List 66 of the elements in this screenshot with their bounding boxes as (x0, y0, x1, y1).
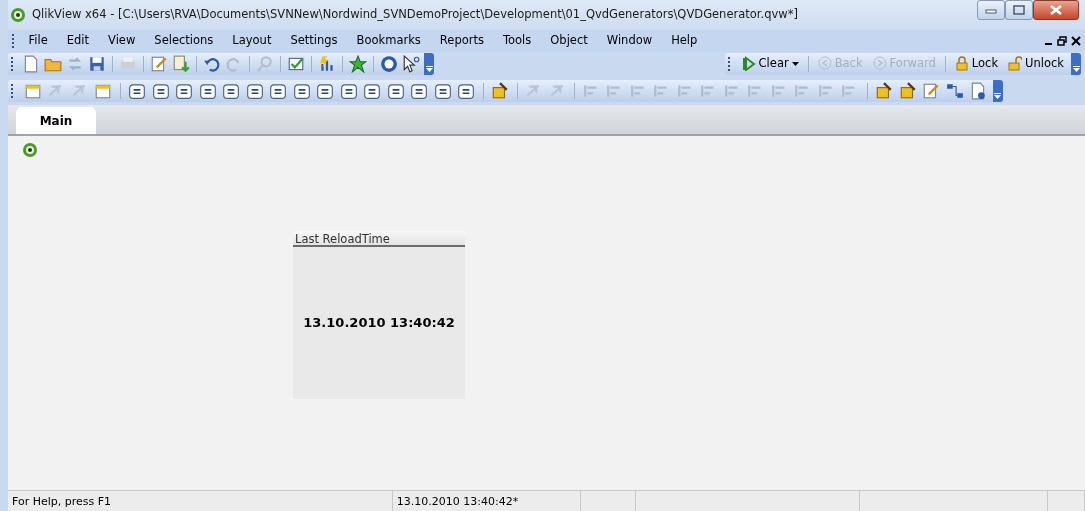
padlock-icon (954, 56, 969, 71)
menu-item[interactable]: Tools (493, 32, 541, 50)
close-icon (1050, 5, 1062, 15)
status-text: 13.10.2010 13:40:42* (392, 491, 582, 511)
maximize-button[interactable] (1005, 0, 1033, 20)
close-button[interactable] (1033, 0, 1079, 20)
rounded-square-icon[interactable] (433, 81, 452, 100)
close-icon[interactable] (1071, 36, 1081, 46)
bar-chart-icon[interactable] (318, 54, 336, 73)
rounded-square-icon[interactable] (292, 81, 311, 100)
object-caption[interactable]: Last ReloadTime (293, 231, 465, 247)
menu-item[interactable]: Bookmarks (347, 32, 431, 50)
rounded-square-icon[interactable] (339, 81, 358, 100)
rounded-square-icon[interactable] (386, 81, 405, 100)
toolbar-options-button[interactable] (424, 52, 434, 75)
menu-item[interactable]: Settings (280, 32, 348, 50)
menu-item[interactable]: View (98, 32, 145, 50)
chevron-down-icon (994, 92, 1001, 99)
rounded-square-icon[interactable] (128, 81, 146, 100)
clear-icon (741, 56, 756, 71)
menu-item[interactable]: Object (540, 32, 598, 50)
pointer-help-icon[interactable] (402, 54, 420, 73)
menu-item[interactable]: Selections (144, 32, 223, 50)
rounded-square-icon[interactable] (198, 81, 217, 100)
back-icon (817, 56, 832, 71)
sheet-tab[interactable]: Main (16, 107, 96, 134)
menu-item[interactable]: Edit (57, 32, 99, 50)
forward-icon (872, 56, 887, 71)
document-icon[interactable] (22, 54, 40, 73)
menu-item[interactable]: Reports (430, 32, 494, 50)
menu-item[interactable]: Help (661, 32, 707, 50)
menu-item[interactable]: Layout (222, 32, 281, 50)
menu-item[interactable]: Window (597, 32, 662, 50)
menu-item[interactable]: File (19, 32, 58, 50)
rounded-square-icon[interactable] (245, 81, 264, 100)
app-logo-icon (10, 7, 26, 23)
minimize-icon (985, 6, 997, 14)
rounded-square-icon[interactable] (151, 81, 170, 100)
flow-icon[interactable] (945, 81, 964, 100)
restore-icon[interactable] (1057, 36, 1067, 46)
star-icon[interactable] (349, 54, 367, 73)
chevron-down-icon (1072, 65, 1080, 72)
reload-time-value: 13.10.2010 13:40:42 (303, 314, 455, 333)
open-padlock-icon (1008, 56, 1023, 71)
restore-icon (1013, 5, 1025, 15)
edit-document-icon[interactable] (922, 81, 940, 100)
rounded-square-icon[interactable] (316, 81, 334, 100)
rounded-square-icon[interactable] (269, 81, 287, 100)
rounded-square-icon[interactable] (457, 81, 475, 100)
page-icon[interactable] (969, 81, 987, 100)
document-arrow-icon[interactable] (172, 54, 190, 73)
unlock-button[interactable]: Unlock (1005, 54, 1067, 73)
rounded-square-icon[interactable] (175, 81, 193, 100)
edit-document-icon[interactable] (150, 54, 168, 73)
window-title: QlikView x64 - [C:\Users\RVA\Documents\SVNNew\Nordwind_SVNDemoProject\Development\01_QvdGenerators\QVDGenerator.qvw*] (32, 6, 799, 24)
app-logo-icon[interactable] (22, 142, 38, 158)
toolbar-options-button[interactable] (1071, 52, 1081, 75)
status-text: For Help, press F1 (8, 491, 393, 511)
rounded-square-icon[interactable] (222, 81, 240, 100)
rounded-square-icon[interactable] (410, 81, 428, 100)
lock-button[interactable]: Lock (951, 54, 1002, 73)
caret-icon (791, 61, 799, 66)
toolbar-options-button[interactable] (992, 79, 1003, 102)
rounded-square-icon[interactable] (363, 81, 381, 100)
chevron-down-icon (425, 65, 433, 72)
clear-button[interactable]: Clear (738, 54, 802, 73)
